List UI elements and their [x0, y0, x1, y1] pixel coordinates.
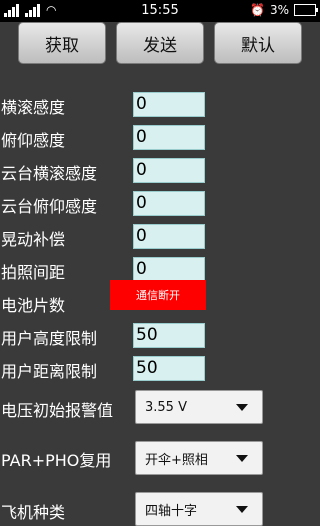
battery-icon: [294, 4, 318, 16]
setting-label: 用户距离限制: [1, 362, 98, 381]
chevron-down-icon: [236, 455, 248, 462]
voltage-alarm-value: 3.55 V: [145, 399, 187, 415]
par-pho-select[interactable]: 开伞+照相: [135, 441, 263, 475]
setting-label: 拍照间距: [1, 263, 66, 282]
alarm-icon: ⏰: [250, 3, 265, 17]
battery-percent: 3%: [269, 3, 289, 17]
toolbar: 获取 发送 默认: [0, 22, 320, 68]
voltage-alarm-select[interactable]: 3.55 V: [135, 390, 263, 424]
par-pho-value: 开伞+照相: [145, 452, 208, 468]
setting-label: 电池片数: [1, 296, 66, 315]
status-right: ⏰ 3%: [250, 3, 318, 17]
setting-input[interactable]: 50: [133, 356, 205, 381]
connection-lost-toast: 通信断开: [110, 280, 206, 310]
aircraft-type-select[interactable]: 四轴十字: [135, 492, 263, 526]
setting-input[interactable]: 0: [133, 92, 205, 117]
default-button[interactable]: 默认: [214, 22, 302, 64]
setting-input[interactable]: 0: [133, 224, 205, 249]
aircraft-type-label: 飞机种类: [1, 503, 66, 522]
setting-label: 云台俯仰感度: [1, 197, 98, 216]
setting-input[interactable]: 0: [133, 158, 205, 183]
aircraft-type-value: 四轴十字: [145, 503, 198, 519]
chevron-down-icon: [236, 404, 248, 411]
send-button[interactable]: 发送: [116, 22, 204, 64]
setting-input[interactable]: 0: [133, 257, 205, 282]
par-pho-label: PAR+PHO复用: [1, 451, 112, 470]
setting-input[interactable]: 50: [133, 323, 205, 348]
setting-input[interactable]: 0: [133, 191, 205, 216]
setting-label: 用户高度限制: [1, 329, 98, 348]
chevron-down-icon: [236, 506, 248, 513]
setting-label: 晃动补偿: [1, 230, 66, 249]
setting-label: 横滚感度: [1, 98, 66, 117]
setting-input[interactable]: 0: [133, 125, 205, 150]
voltage-alarm-label: 电压初始报警值: [1, 401, 114, 420]
setting-label: 云台横滚感度: [1, 164, 98, 183]
setting-label: 俯仰感度: [1, 131, 66, 150]
status-bar: ◠ 15:55 ⏰ 3%: [0, 0, 320, 22]
get-button[interactable]: 获取: [18, 22, 106, 64]
